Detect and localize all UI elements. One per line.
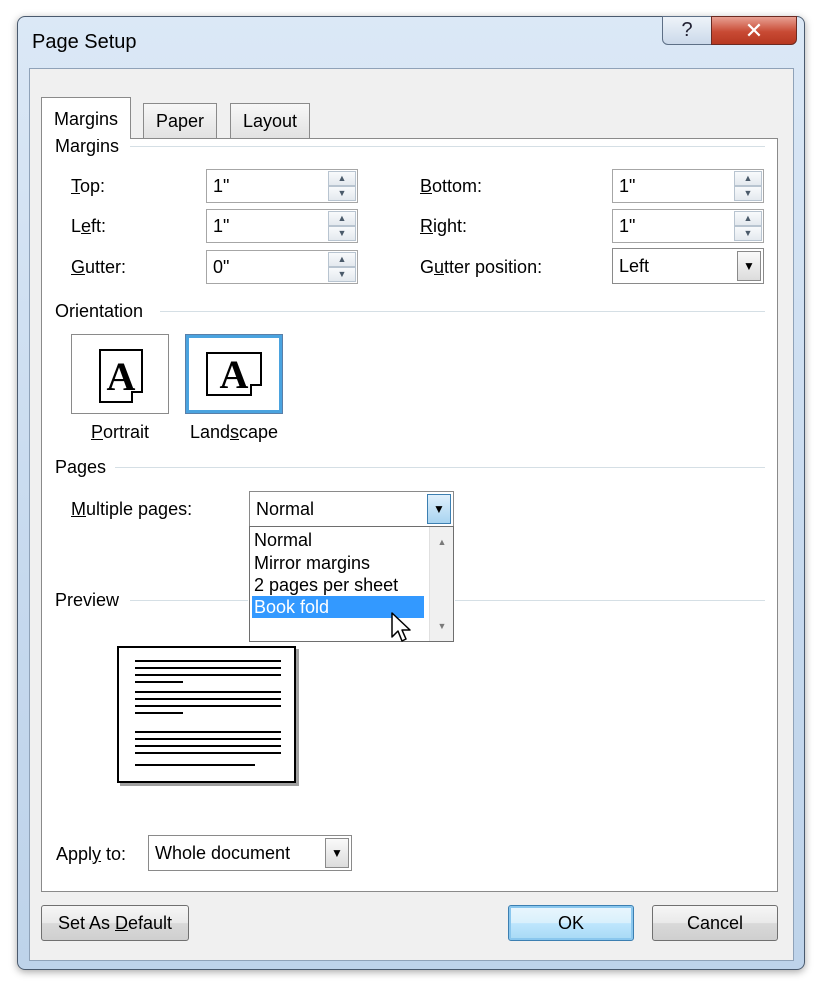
ok-button[interactable]: OK bbox=[508, 905, 634, 941]
spin-up-icon[interactable]: ▲ bbox=[734, 171, 762, 186]
pages-group-divider bbox=[115, 467, 765, 468]
multiple-pages-dropdown-list[interactable]: Normal Mirror margins 2 pages per sheet … bbox=[249, 526, 454, 642]
preview-line bbox=[135, 764, 255, 766]
tab-margins-label: Margins bbox=[54, 109, 119, 129]
help-button[interactable]: ? bbox=[662, 16, 712, 45]
tab-paper-label: Paper bbox=[156, 111, 205, 131]
scroll-up-icon[interactable]: ▲ bbox=[430, 533, 454, 551]
gutter-spinner[interactable]: 0" ▲ ▼ bbox=[206, 250, 358, 284]
portrait-button[interactable]: A bbox=[71, 334, 169, 414]
multiple-pages-select[interactable]: Normal ▼ bbox=[249, 491, 454, 527]
landscape-page-icon: A bbox=[206, 352, 262, 396]
spin-down-icon[interactable]: ▼ bbox=[328, 267, 356, 282]
spin-up-icon[interactable]: ▲ bbox=[328, 252, 356, 267]
spin-up-icon[interactable]: ▲ bbox=[734, 211, 762, 226]
preview-group-divider-right bbox=[455, 600, 765, 601]
preview-page bbox=[117, 646, 296, 783]
landscape-button[interactable]: A bbox=[185, 334, 283, 414]
chevron-down-icon[interactable]: ▼ bbox=[427, 494, 451, 524]
dialog-title: Page Setup bbox=[32, 31, 137, 53]
top-margin-value[interactable]: 1" bbox=[213, 176, 229, 197]
landscape-label: Landscape bbox=[189, 422, 279, 442]
orientation-group-divider bbox=[160, 311, 765, 312]
gutter-position-label: Gutter position: bbox=[420, 257, 543, 277]
apply-to-value: Whole document bbox=[155, 843, 291, 863]
spin-down-icon[interactable]: ▼ bbox=[734, 186, 762, 201]
orientation-group-label: Orientation bbox=[55, 301, 150, 322]
spin-down-icon[interactable]: ▼ bbox=[734, 226, 762, 241]
preview-line bbox=[135, 745, 281, 747]
gutter-position-value: Left bbox=[619, 256, 650, 276]
multiple-pages-value: Normal bbox=[256, 499, 315, 519]
right-margin-value[interactable]: 1" bbox=[619, 216, 635, 237]
close-button[interactable]: ✕ bbox=[711, 16, 797, 45]
preview-line bbox=[135, 660, 281, 662]
mouse-cursor-icon bbox=[391, 612, 411, 642]
chevron-down-icon[interactable]: ▼ bbox=[325, 838, 349, 868]
help-icon: ? bbox=[681, 19, 693, 41]
chevron-down-icon[interactable]: ▼ bbox=[737, 251, 761, 281]
tab-margins[interactable]: Margins bbox=[41, 97, 132, 139]
preview-line bbox=[135, 731, 281, 733]
preview-line bbox=[135, 712, 183, 714]
apply-to-select[interactable]: Whole document ▼ bbox=[148, 835, 352, 871]
list-item[interactable]: Mirror margins bbox=[252, 552, 424, 574]
close-icon: ✕ bbox=[744, 18, 764, 43]
preview-line bbox=[135, 698, 281, 700]
tab-layout-label: Layout bbox=[243, 111, 298, 131]
list-item[interactable]: Normal bbox=[252, 529, 424, 551]
preview-line bbox=[135, 752, 281, 754]
spin-up-icon[interactable]: ▲ bbox=[328, 211, 356, 226]
spin-down-icon[interactable]: ▼ bbox=[328, 186, 356, 201]
preview-line bbox=[135, 738, 281, 740]
tab-layout[interactable]: Layout bbox=[230, 103, 311, 138]
preview-line bbox=[135, 674, 281, 676]
margins-group-divider bbox=[130, 146, 765, 147]
top-margin-spinner[interactable]: 1" ▲ ▼ bbox=[206, 169, 358, 203]
apply-to-label: Apply to: bbox=[56, 844, 127, 864]
preview-line bbox=[135, 705, 281, 707]
portrait-label: Portrait bbox=[90, 422, 150, 442]
preview-line bbox=[135, 681, 183, 683]
pages-group-label: Pages bbox=[55, 457, 113, 478]
top-margin-label: Top: bbox=[71, 176, 106, 196]
preview-group-divider bbox=[130, 600, 248, 601]
preview-line bbox=[135, 691, 281, 693]
spin-up-icon[interactable]: ▲ bbox=[328, 171, 356, 186]
gutter-value[interactable]: 0" bbox=[213, 257, 229, 278]
portrait-page-icon: A bbox=[99, 349, 143, 403]
scroll-down-icon[interactable]: ▼ bbox=[430, 617, 454, 635]
left-margin-value[interactable]: 1" bbox=[213, 216, 229, 237]
set-as-default-button[interactable]: Set As Default bbox=[41, 905, 189, 941]
multiple-pages-label: Multiple pages: bbox=[71, 499, 193, 519]
gutter-position-select[interactable]: Left ▼ bbox=[612, 248, 764, 284]
bottom-margin-spinner[interactable]: 1" ▲ ▼ bbox=[612, 169, 764, 203]
bottom-margin-value[interactable]: 1" bbox=[619, 176, 635, 197]
preview-line bbox=[135, 667, 281, 669]
list-item[interactable]: 2 pages per sheet bbox=[252, 574, 424, 596]
spin-down-icon[interactable]: ▼ bbox=[328, 226, 356, 241]
right-margin-label: Right: bbox=[420, 216, 468, 236]
right-margin-spinner[interactable]: 1" ▲ ▼ bbox=[612, 209, 764, 243]
gutter-label: Gutter: bbox=[71, 257, 127, 277]
cancel-button[interactable]: Cancel bbox=[652, 905, 778, 941]
left-margin-spinner[interactable]: 1" ▲ ▼ bbox=[206, 209, 358, 243]
preview-group-label: Preview bbox=[55, 590, 126, 611]
dropdown-scrollbar[interactable]: ▲ ▼ bbox=[429, 527, 453, 641]
bottom-margin-label: Bottom: bbox=[420, 176, 483, 196]
left-margin-label: Left: bbox=[71, 216, 107, 236]
tab-paper[interactable]: Paper bbox=[143, 103, 218, 138]
